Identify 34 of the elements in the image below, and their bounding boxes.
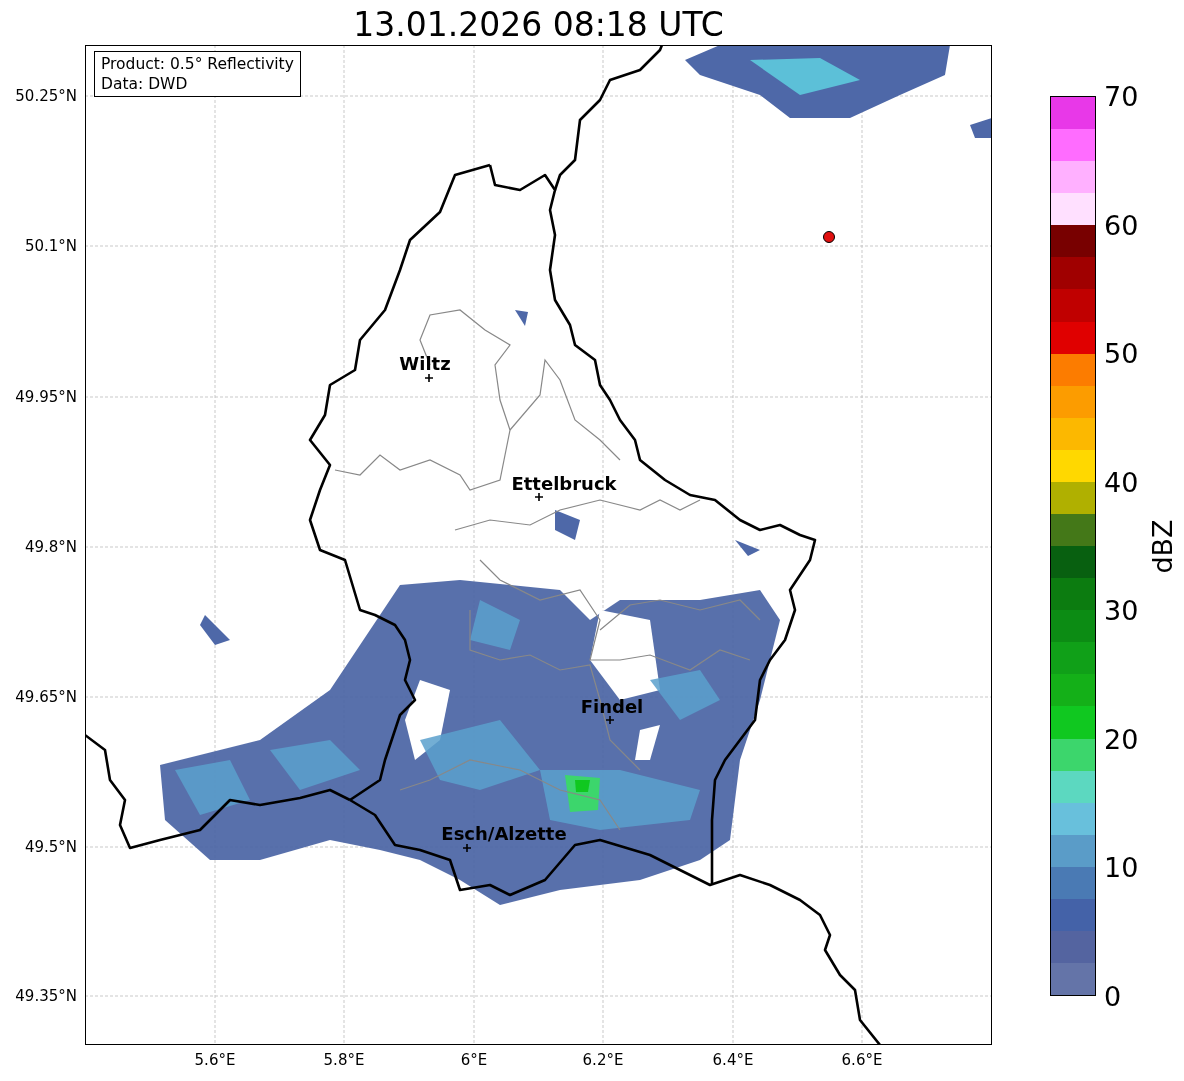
place-marker (534, 492, 544, 502)
longitude-label: 6°E (460, 1051, 488, 1069)
colorbar-tick-label: 20 (1104, 723, 1139, 755)
colorbar-tick-label: 60 (1104, 209, 1139, 241)
colorbar-tick-label: 0 (1104, 980, 1122, 1012)
latitude-label: 50.25°N (15, 87, 77, 105)
place-label: Findel (580, 695, 644, 717)
place-marker (605, 715, 615, 725)
longitude-label: 5.6°E (194, 1051, 236, 1069)
site-marker (823, 231, 835, 243)
longitude-label: 6.4°E (712, 1051, 754, 1069)
colorbar-tick-label: 40 (1104, 466, 1139, 498)
colorbar-tick-label: 70 (1104, 80, 1139, 112)
longitude-label: 5.8°E (323, 1051, 365, 1069)
place-label: Wiltz (399, 352, 451, 374)
latitude-label: 49.35°N (15, 987, 77, 1005)
colorbar-tick-label: 10 (1104, 851, 1139, 883)
latitude-label: 49.95°N (15, 388, 77, 406)
chart-title: 13.01.2026 08:18 UTC (352, 4, 725, 45)
place-marker (424, 373, 434, 383)
longitude-label: 6.2°E (582, 1051, 624, 1069)
latitude-label: 49.5°N (24, 838, 77, 856)
latitude-label: 49.65°N (15, 688, 77, 706)
latitude-label: 49.8°N (24, 538, 77, 556)
colorbar-tick-label: 50 (1104, 337, 1139, 369)
place-label: Ettelbruck (511, 472, 617, 494)
colorbar-tick-label: 30 (1104, 594, 1139, 626)
latitude-label: 50.1°N (24, 237, 77, 255)
colorbar-label: dBZ (1146, 518, 1178, 574)
info-text: Product: 0.5° Reflectivity (101, 54, 294, 74)
longitude-label: 6.6°E (841, 1051, 883, 1069)
place-label: Esch/Alzette (441, 822, 567, 844)
place-marker (462, 843, 472, 853)
info-text: Data: DWD (101, 74, 189, 94)
